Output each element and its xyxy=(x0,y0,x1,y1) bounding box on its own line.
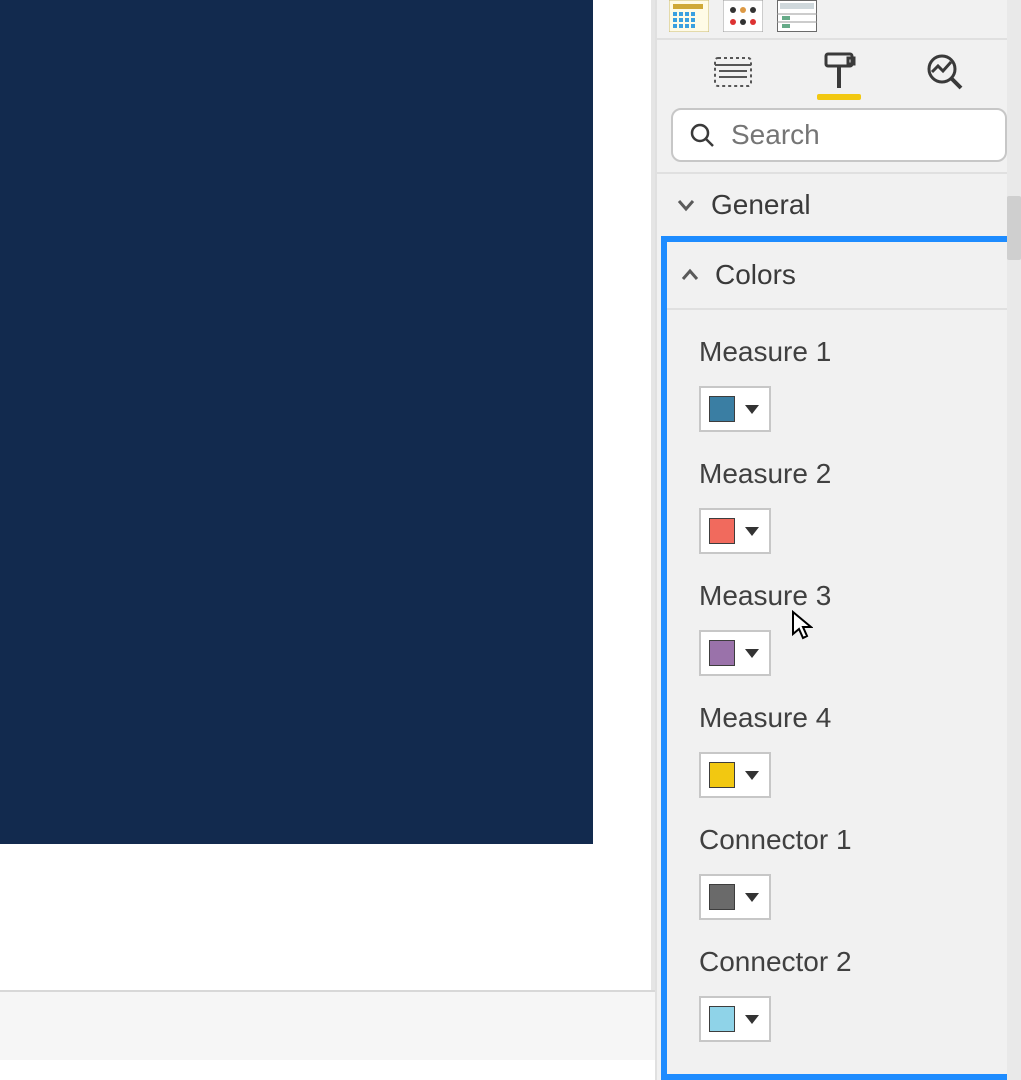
search-box[interactable] xyxy=(671,108,1007,162)
section-colors-header[interactable]: Colors xyxy=(667,242,1007,310)
chevron-up-icon xyxy=(679,264,701,286)
color-property: Connector 1 xyxy=(667,798,1007,920)
caret-down-icon xyxy=(745,527,759,536)
color-picker[interactable] xyxy=(699,630,771,676)
color-picker[interactable] xyxy=(699,508,771,554)
search-input[interactable] xyxy=(731,119,989,151)
table-icon[interactable] xyxy=(777,0,817,32)
caret-down-icon xyxy=(745,649,759,658)
pane-tabs xyxy=(657,40,1021,104)
visualizations-format-pane: General Colors Measure 1Measure 2Measure… xyxy=(655,0,1021,1080)
color-property: Measure 3 xyxy=(667,554,1007,676)
color-property-label: Measure 1 xyxy=(699,336,1007,368)
section-colors-label: Colors xyxy=(715,259,796,291)
caret-down-icon xyxy=(745,1015,759,1024)
tab-analytics[interactable] xyxy=(915,46,975,98)
color-picker[interactable] xyxy=(699,752,771,798)
r-visual-icon[interactable] xyxy=(723,0,763,32)
tab-format[interactable] xyxy=(809,46,869,98)
color-property-label: Measure 4 xyxy=(699,702,1007,734)
section-general: General xyxy=(657,172,1021,236)
color-swatch xyxy=(709,762,735,788)
visual-placeholder[interactable] xyxy=(0,0,593,844)
color-swatch xyxy=(709,884,735,910)
page-tab-bar[interactable] xyxy=(0,990,655,1060)
color-property-label: Measure 2 xyxy=(699,458,1007,490)
search-container xyxy=(657,104,1021,172)
caret-down-icon xyxy=(745,771,759,780)
active-tab-underline xyxy=(817,94,861,100)
section-colors-body: Measure 1 Measure 2 Measure 3 Measure 4 Conn… xyxy=(667,310,1007,1042)
color-swatch xyxy=(709,640,735,666)
caret-down-icon xyxy=(745,893,759,902)
matrix-icon[interactable] xyxy=(669,0,709,32)
color-property-label: Measure 3 xyxy=(699,580,1007,612)
color-property-label: Connector 1 xyxy=(699,824,1007,856)
scrollbar-track[interactable] xyxy=(1007,0,1021,1080)
color-swatch xyxy=(709,1006,735,1032)
color-property-label: Connector 2 xyxy=(699,946,1007,978)
chevron-down-icon xyxy=(675,194,697,216)
scrollbar-thumb[interactable] xyxy=(1007,196,1021,260)
section-general-header[interactable]: General xyxy=(657,174,1021,236)
color-swatch xyxy=(709,518,735,544)
color-picker[interactable] xyxy=(699,874,771,920)
caret-down-icon xyxy=(745,405,759,414)
visualizations-gallery xyxy=(657,0,1021,40)
report-canvas-area xyxy=(0,0,655,1080)
section-colors-highlight: Colors Measure 1Measure 2Measure 3Measur… xyxy=(661,236,1013,1080)
color-swatch xyxy=(709,396,735,422)
color-picker[interactable] xyxy=(699,386,771,432)
color-property: Measure 1 xyxy=(667,310,1007,432)
color-property: Measure 2 xyxy=(667,432,1007,554)
color-property: Measure 4 xyxy=(667,676,1007,798)
tab-fields[interactable] xyxy=(703,46,763,98)
color-property: Connector 2 xyxy=(667,920,1007,1042)
color-picker[interactable] xyxy=(699,996,771,1042)
search-icon xyxy=(689,122,715,148)
section-general-label: General xyxy=(711,189,811,221)
